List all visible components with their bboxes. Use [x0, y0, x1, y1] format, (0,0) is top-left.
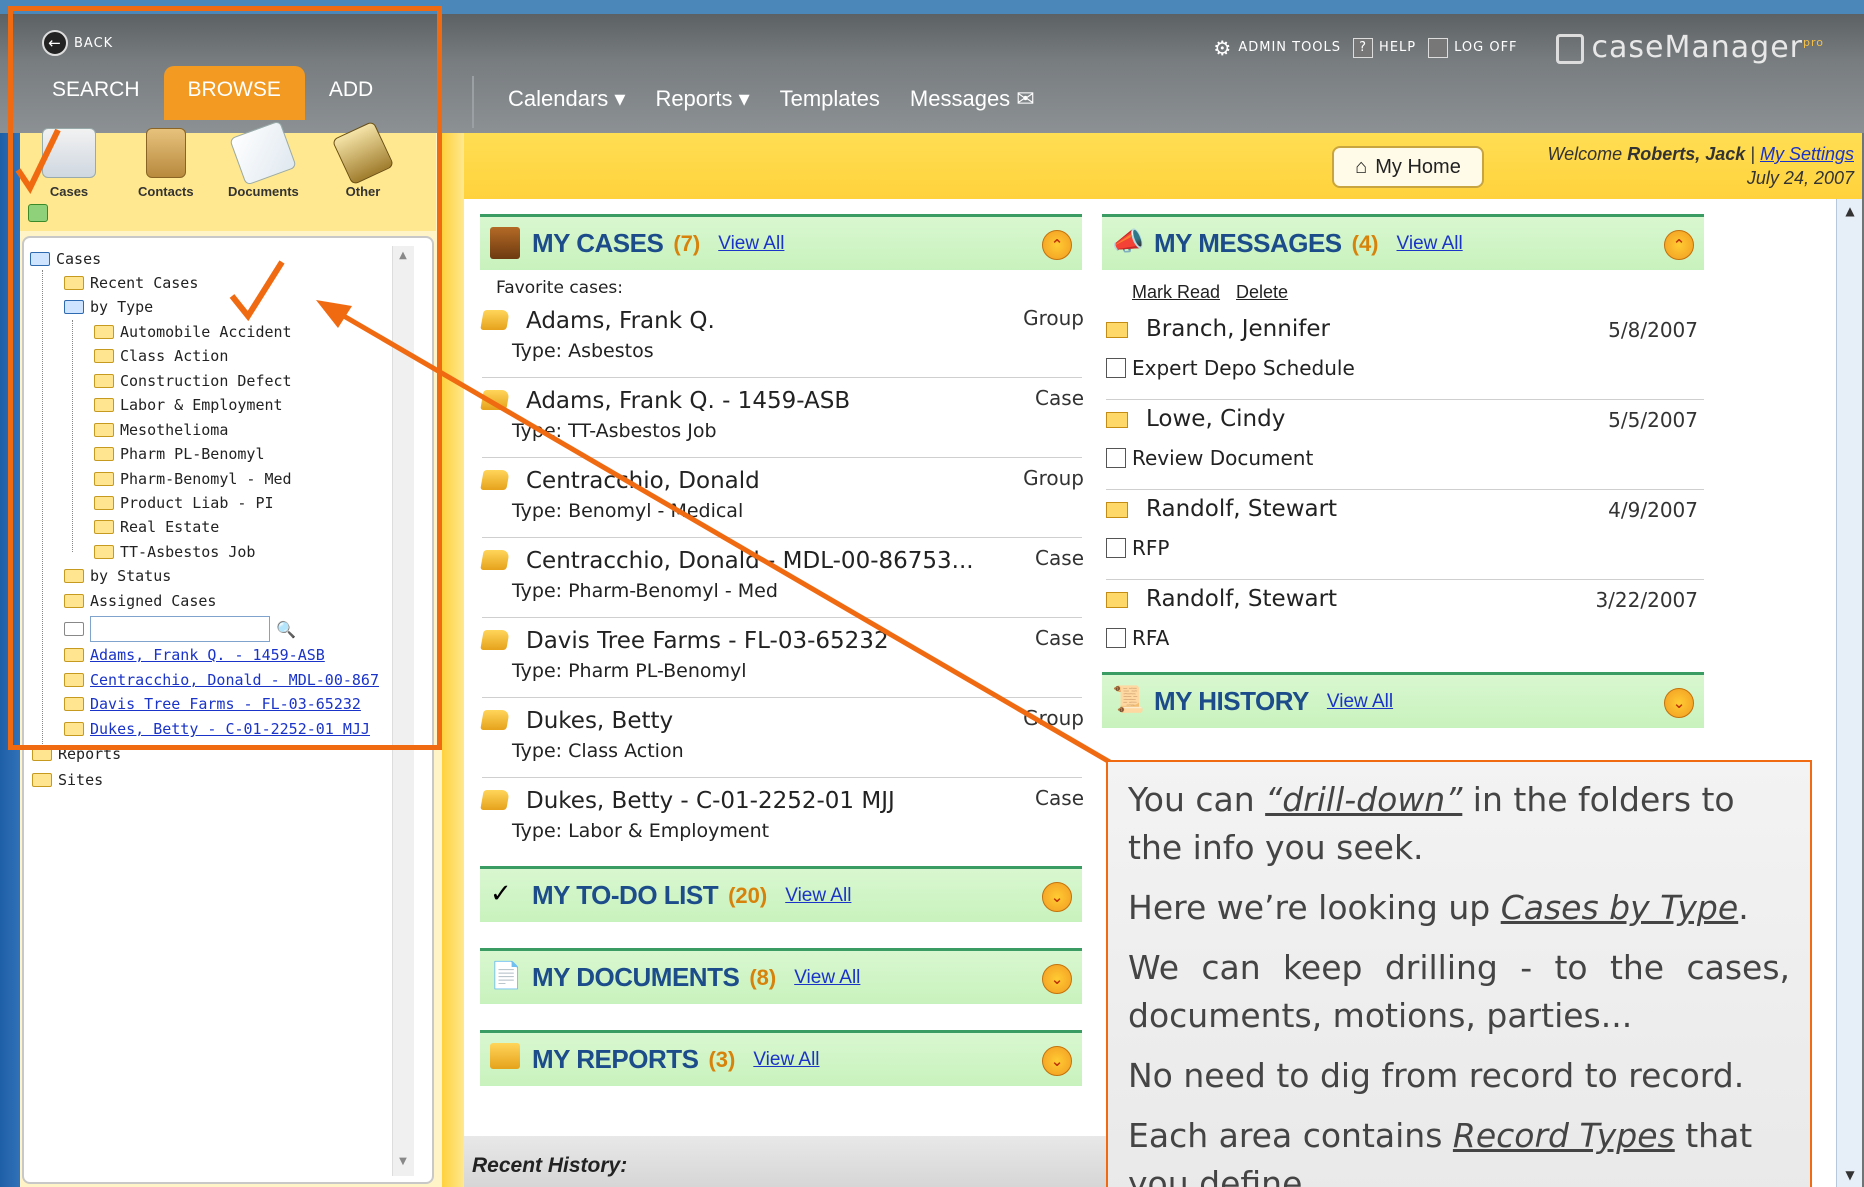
checkmark-icon [229, 260, 285, 322]
callout-text: Here we’re looking up [1128, 888, 1501, 927]
callout-emphasis: “drill-down” [1265, 780, 1463, 819]
arrowhead-icon [316, 300, 352, 328]
callout-line-5: Each area contains Record Types that you… [1128, 1112, 1790, 1187]
callout-line-1: You can “drill-down” in the folders to t… [1128, 776, 1790, 872]
callout-emphasis: Cases by Type [1500, 888, 1739, 927]
callout-emphasis: Record Types [1452, 1116, 1675, 1155]
callout-arrow [328, 305, 1122, 771]
callout-line-2: Here we’re looking up Cases by Type. [1128, 884, 1790, 932]
callout-text: You can [1128, 780, 1266, 819]
callout-text: Each area contains [1128, 1116, 1453, 1155]
checkmark-icon [15, 128, 61, 195]
callout-line-3: We can keep drilling - to the cases, doc… [1128, 948, 1790, 1035]
app-window: ← BACK SEARCH BROWSE ADD ⚙ ADMIN TOOLS ?… [0, 0, 1864, 1187]
callout-text: . [1738, 888, 1749, 927]
tutorial-callout: You can “drill-down” in the folders to t… [1106, 760, 1812, 1187]
callout-line-4: No need to dig from record to record. [1128, 1056, 1745, 1095]
